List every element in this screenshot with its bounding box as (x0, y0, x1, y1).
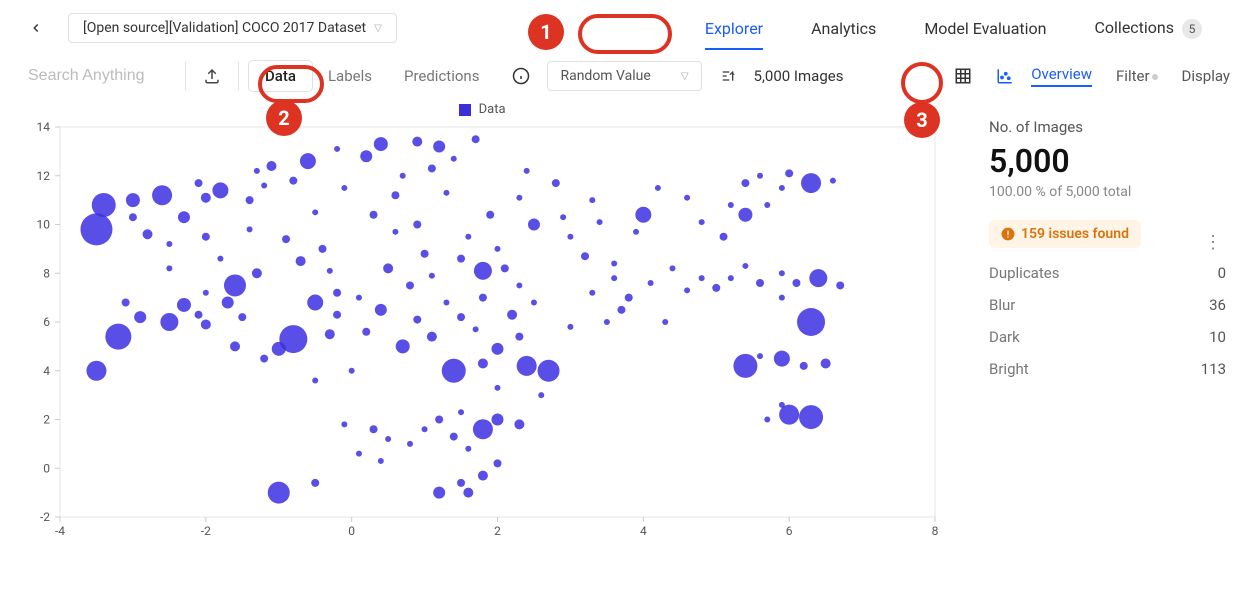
dataset-name: [Open source][Validation] COCO 2017 Data… (83, 20, 366, 36)
svg-text:8: 8 (932, 524, 939, 538)
svg-text:2: 2 (494, 524, 501, 538)
svg-text:-2: -2 (40, 510, 50, 524)
issues-list: Duplicates0 Blur36 Dark10 Bright113 (989, 264, 1226, 378)
back-button[interactable] (20, 12, 52, 44)
svg-text:6: 6 (786, 524, 793, 538)
main-content: Data -2 0 2 4 6 8 10 12 14 -4 -2 0 2 4 6 8 No. of Image… (0, 102, 1250, 586)
svg-text:10: 10 (37, 218, 51, 232)
issue-item[interactable]: Bright113 (989, 360, 1226, 378)
svg-text:-2: -2 (201, 524, 211, 538)
issue-item[interactable]: Duplicates0 (989, 264, 1226, 282)
tab-display[interactable]: Display (1182, 67, 1230, 85)
nav-collections[interactable]: Collections 5 (1087, 14, 1211, 43)
svg-text:4: 4 (640, 524, 647, 538)
divider (238, 62, 239, 90)
scatter-view-icon[interactable] (989, 60, 1021, 92)
issues-found-pill[interactable]: 159 issues found (989, 220, 1141, 248)
filter-dot-icon (1152, 74, 1158, 80)
tab-overview[interactable]: Overview (1031, 65, 1092, 87)
search-input[interactable] (20, 61, 175, 91)
svg-text:8: 8 (43, 266, 50, 280)
upload-icon[interactable] (196, 60, 228, 92)
nav-analytics[interactable]: Analytics (803, 15, 884, 42)
chevron-down-icon: ▽ (374, 23, 382, 34)
issue-item[interactable]: Blur36 (989, 296, 1226, 314)
svg-text:2: 2 (43, 413, 50, 427)
svg-text:0: 0 (348, 524, 355, 538)
svg-text:0: 0 (43, 461, 50, 475)
image-count-label: 5,000 Images (754, 67, 844, 85)
kebab-menu-icon[interactable]: ⋮ (1200, 228, 1226, 257)
chevron-down-icon: ▽ (681, 71, 689, 82)
images-percent-label: 100.00 % of 5,000 total (989, 184, 1226, 200)
tab-filter[interactable]: Filter (1116, 67, 1158, 85)
nav-explorer[interactable]: Explorer (697, 15, 771, 42)
collections-badge: 5 (1182, 19, 1202, 39)
toolbar: Data Labels Predictions Random Value ▽ 5… (0, 56, 1250, 102)
images-heading: No. of Images (989, 118, 1226, 136)
legend-swatch-icon (459, 104, 471, 116)
dataset-selector[interactable]: [Open source][Validation] COCO 2017 Data… (68, 13, 397, 43)
tab-labels[interactable]: Labels (312, 61, 388, 91)
scatter-plot[interactable]: -2 0 2 4 6 8 10 12 14 -4 -2 0 2 4 6 8 (20, 117, 945, 547)
svg-text:12: 12 (37, 169, 51, 183)
svg-text:4: 4 (43, 364, 50, 378)
images-count-value: 5,000 (989, 142, 1226, 180)
chart-legend: Data (20, 102, 945, 117)
sort-direction-icon[interactable] (712, 60, 744, 92)
info-icon (1001, 227, 1015, 241)
overview-panel: No. of Images 5,000 100.00 % of 5,000 to… (965, 102, 1250, 586)
nav-model-evaluation[interactable]: Model Evaluation (916, 15, 1054, 42)
svg-text:14: 14 (37, 120, 51, 134)
tab-data[interactable]: Data (249, 61, 312, 91)
svg-text:-4: -4 (55, 524, 65, 538)
tab-predictions[interactable]: Predictions (388, 61, 495, 91)
top-nav: Explorer Analytics Model Evaluation Coll… (697, 14, 1210, 43)
chart-area: Data -2 0 2 4 6 8 10 12 14 -4 -2 0 2 4 6 8 (0, 102, 965, 586)
right-panel-tabs: Overview Filter Display (1031, 65, 1230, 87)
svg-text:6: 6 (43, 315, 50, 329)
sort-dropdown[interactable]: Random Value ▽ (547, 61, 701, 91)
issue-item[interactable]: Dark10 (989, 328, 1226, 346)
info-icon[interactable] (505, 60, 537, 92)
data-mode-tabs: Data Labels Predictions (249, 61, 495, 91)
divider (185, 62, 186, 90)
header: [Open source][Validation] COCO 2017 Data… (0, 0, 1250, 56)
grid-view-icon[interactable] (947, 60, 979, 92)
